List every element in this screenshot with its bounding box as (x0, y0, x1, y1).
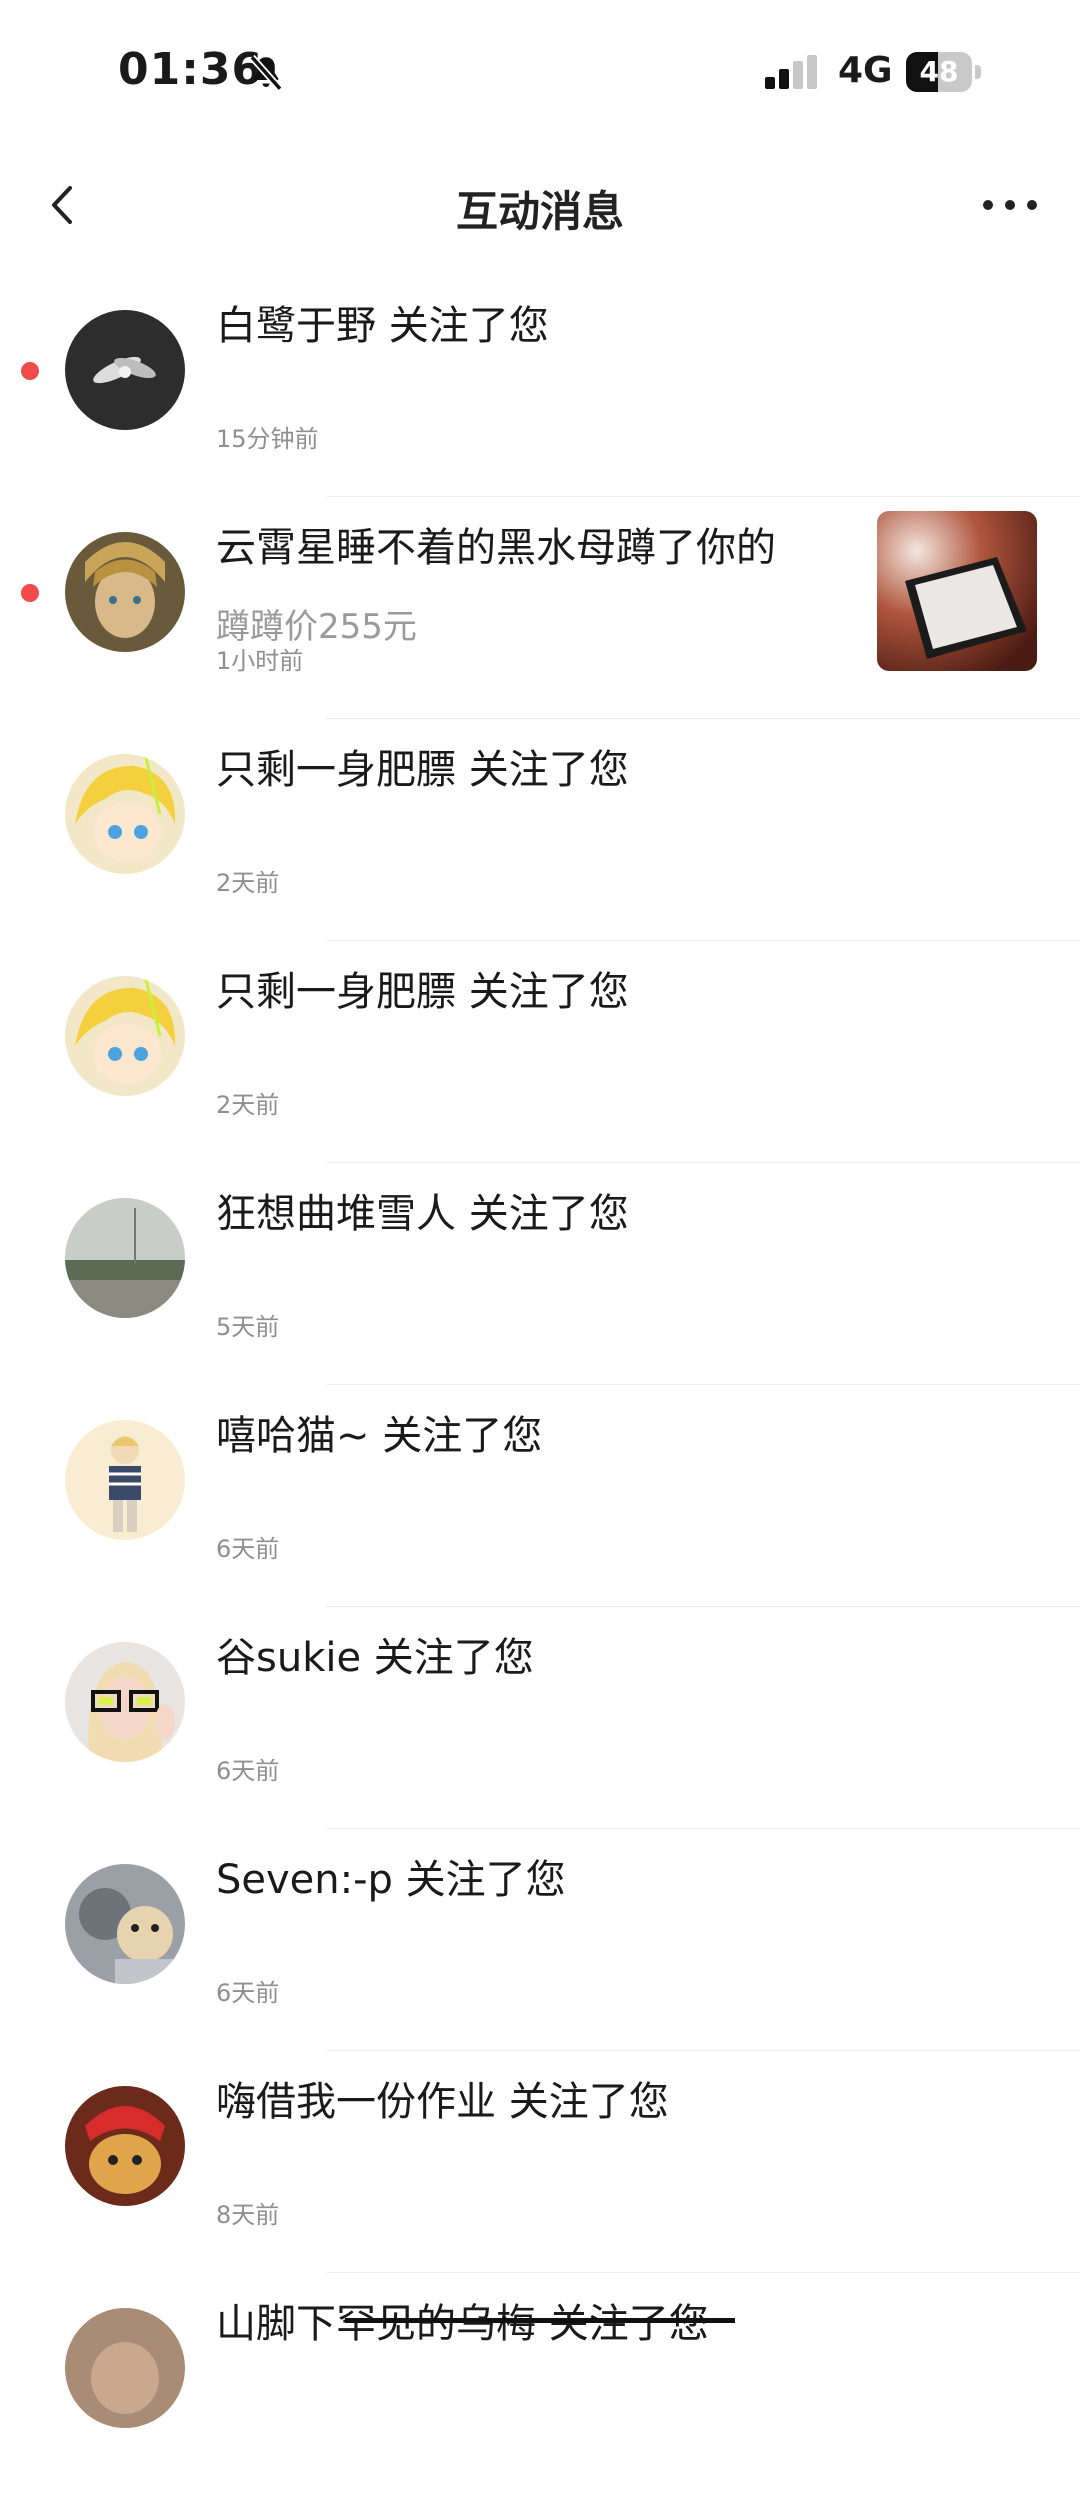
notification-item[interactable]: 狂想曲堆雪人 关注了您 5天前 (0, 1163, 1080, 1385)
battery-percent: 48 (919, 55, 959, 88)
notification-time: 6天前 (216, 1535, 280, 1563)
status-time: 01:36 (118, 44, 264, 95)
unread-dot (21, 584, 39, 602)
page-title: 互动消息 (455, 187, 624, 236)
notification-item[interactable]: 谷sukie 关注了您 6天前 (0, 1607, 1080, 1829)
notification-time: 15分钟前 (216, 425, 319, 453)
battery-icon: 48 (906, 52, 982, 92)
avatar[interactable] (65, 2086, 185, 2206)
notification-item[interactable]: 只剩一身肥膘 关注了您 2天前 (0, 719, 1080, 941)
status-bar: 01:36 4G 48 (0, 0, 1080, 150)
notification-item[interactable]: 白鹭于野 关注了您 15分钟前 (0, 275, 1080, 497)
bell-muted-icon (249, 54, 283, 92)
notification-item[interactable]: Seven:-p 关注了您 6天前 (0, 1829, 1080, 2051)
avatar[interactable] (65, 754, 185, 874)
notification-item[interactable]: 嗨借我一份作业 关注了您 8天前 (0, 2051, 1080, 2273)
avatar[interactable] (65, 1864, 185, 1984)
avatar[interactable] (65, 1198, 185, 1318)
signal-icon (765, 55, 817, 89)
more-icon[interactable] (980, 188, 1040, 222)
notification-text: 只剩一身肥膘 关注了您 (216, 747, 629, 793)
notification-text: 云霄星睡不着的黑水母蹲了你的 (216, 525, 776, 571)
notification-time: 6天前 (216, 1757, 280, 1785)
unread-dot (21, 362, 39, 380)
avatar[interactable] (65, 1642, 185, 1762)
notification-text: 白鹭于野 关注了您 (216, 303, 549, 349)
nav-bar: 互动消息 (0, 150, 1080, 260)
notification-time: 6天前 (216, 1979, 280, 2007)
avatar[interactable] (65, 976, 185, 1096)
notification-text: Seven:-p 关注了您 (216, 1857, 566, 1903)
notification-item[interactable]: 只剩一身肥膘 关注了您 2天前 (0, 941, 1080, 1163)
notification-text: 嗨借我一份作业 关注了您 (216, 2079, 669, 2125)
avatar[interactable] (65, 1420, 185, 1540)
avatar[interactable] (65, 310, 185, 430)
notification-time: 1小时前 (216, 647, 304, 675)
product-thumbnail[interactable] (877, 511, 1037, 671)
notification-text: 只剩一身肥膘 关注了您 (216, 969, 629, 1015)
notification-text: 狂想曲堆雪人 关注了您 (216, 1191, 629, 1237)
scribble-strikethrough (345, 2318, 735, 2323)
network-type: 4G (838, 50, 893, 91)
notification-time: 2天前 (216, 869, 280, 897)
notification-time: 2天前 (216, 1091, 280, 1119)
notification-item[interactable]: 嘻哈猫~ 关注了您 6天前 (0, 1385, 1080, 1607)
notification-time: 5天前 (216, 1313, 280, 1341)
notification-time: 8天前 (216, 2201, 280, 2229)
avatar[interactable] (65, 2308, 185, 2428)
notification-text: 嘻哈猫~ 关注了您 (216, 1413, 543, 1459)
notification-item[interactable]: 山脚下罕见的乌梅 关注了您 (0, 2273, 1080, 2495)
avatar[interactable] (65, 532, 185, 652)
notification-text: 谷sukie 关注了您 (216, 1635, 534, 1681)
